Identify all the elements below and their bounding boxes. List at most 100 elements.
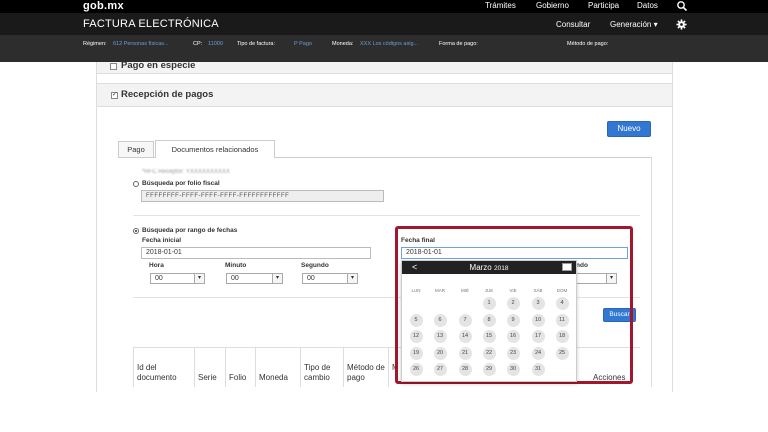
recepcion-pagos-checkbox[interactable]: ✓ <box>111 92 118 99</box>
calendar-day[interactable]: 6 <box>433 313 447 327</box>
calendar-day[interactable]: 23 <box>506 346 520 360</box>
minuto-inicial-select[interactable]: 00 ▾ <box>226 273 283 284</box>
calendar-day[interactable]: 4 <box>555 297 569 310</box>
folio-fiscal-radio[interactable] <box>133 181 139 187</box>
calendar-day[interactable]: 31 <box>531 363 545 376</box>
top-bar: gob.mx Trámites Gobierno Participa Datos <box>0 0 768 13</box>
month-year-label: Marzo 2018 <box>402 263 576 272</box>
next-month-button[interactable] <box>562 263 572 271</box>
calendar-day[interactable]: 10 <box>531 313 545 327</box>
segundo-inicial-value: 00 <box>307 275 315 282</box>
recepcion-pagos-title: Recepción de pagos <box>121 89 214 100</box>
th-id-documento: Id del documento <box>137 363 177 382</box>
nuevo-button[interactable]: Nuevo <box>607 121 651 137</box>
table-col-line <box>133 347 134 387</box>
segundo-inicial-select[interactable]: 00 ▾ <box>302 273 358 284</box>
calendar-day[interactable]: 15 <box>482 330 496 343</box>
table-col-line <box>194 347 195 387</box>
calendar-day[interactable]: 11 <box>555 313 569 327</box>
weekday-header: DOM <box>556 288 568 293</box>
calendar-day[interactable]: 12 <box>409 330 423 343</box>
calendar-day[interactable]: 5 <box>409 313 423 327</box>
calendar-day[interactable]: 24 <box>531 346 545 360</box>
nav-generacion[interactable]: Generación ▾ <box>610 20 658 29</box>
recepcion-pagos-panel: ✓ Recepción de pagos <box>97 83 672 107</box>
nav-datos[interactable]: Datos <box>637 1 658 10</box>
regimen-label: Régimen: <box>83 41 107 47</box>
hora-label: Hora <box>149 262 164 269</box>
calendar-day[interactable]: 13 <box>433 330 447 343</box>
calendar-day[interactable]: 27 <box>433 363 447 376</box>
folio-fiscal-input[interactable]: FFFFFFFF-FFFF-FFFF-FFFF-FFFFFFFFFFFF <box>141 190 384 202</box>
cp-label: CP: <box>193 41 203 47</box>
calendar-day[interactable]: 26 <box>409 363 423 376</box>
th-folio: Folio <box>229 373 247 382</box>
calendar-day[interactable]: 21 <box>458 346 472 360</box>
th-metodo-pago: Método de pago <box>347 363 385 382</box>
nav-participa[interactable]: Participa <box>588 1 619 10</box>
search-icon[interactable] <box>676 0 688 12</box>
year-label: 2018 <box>494 265 509 272</box>
tipo-factura-label: Tipo de factura: <box>237 41 276 47</box>
invoice-info-bar: Régimen: 612 Personas físicas... CP: 110… <box>0 35 768 62</box>
table-col-line <box>255 347 256 387</box>
chevron-down-icon: ▾ <box>347 274 357 283</box>
calendar-day[interactable]: 1 <box>482 297 496 310</box>
pago-especie-title: Pago en especie <box>121 60 196 71</box>
calendar-day[interactable]: 7 <box>458 313 472 327</box>
folio-fiscal-radio-label: Búsqueda por folio fiscal <box>142 180 220 187</box>
weekday-header: MAR <box>435 288 445 293</box>
fecha-inicial-input[interactable]: 2018-01-01 <box>141 247 371 259</box>
gob-mx-logo[interactable]: gob.mx <box>83 0 124 12</box>
pago-especie-checkbox[interactable] <box>110 63 117 70</box>
calendar-day[interactable]: 20 <box>433 346 447 360</box>
th-moneda: Moneda <box>259 373 288 382</box>
rango-fechas-radio-label: Búsqueda por rango de fechas <box>142 227 238 234</box>
chevron-down-icon: ▾ <box>272 274 282 283</box>
metodo-pago-label: Método de pago: <box>567 41 609 47</box>
tab-content-border <box>651 157 652 387</box>
calendar-day[interactable]: 25 <box>555 346 569 360</box>
calendar-day[interactable]: 9 <box>506 313 520 327</box>
tab-documentos-relacionados[interactable]: Documentos relacionados <box>155 140 275 158</box>
fecha-inicial-label: Fecha inicial <box>142 237 182 244</box>
regimen-value: 612 Personas físicas... <box>113 41 169 47</box>
cp-value: 11000 <box>208 41 223 47</box>
divider-1 <box>133 215 640 216</box>
minuto-inicial-value: 00 <box>231 275 239 282</box>
calendar-day[interactable]: 18 <box>555 330 569 343</box>
calendar-day[interactable]: 3 <box>531 297 545 310</box>
calendar-day[interactable]: 22 <box>482 346 496 360</box>
weekday-header: JUE <box>484 288 494 293</box>
calendar-day[interactable]: 14 <box>458 330 472 343</box>
calendar-day[interactable]: 30 <box>506 363 520 376</box>
chevron-down-icon: ▾ <box>194 274 204 283</box>
th-serie: Serie <box>198 373 217 382</box>
tab-pago[interactable]: Pago <box>118 141 154 157</box>
app-bar: FACTURA ELECTRÓNICA Consultar Generación… <box>0 13 768 35</box>
calendar-day[interactable]: 28 <box>458 363 472 376</box>
nav-gobierno[interactable]: Gobierno <box>536 1 569 10</box>
weekday-header: MIÉ <box>460 288 469 293</box>
nav-consultar[interactable]: Consultar <box>556 20 590 29</box>
rango-fechas-radio[interactable] <box>133 228 139 234</box>
calendar-day[interactable]: 2 <box>506 297 520 310</box>
minuto-label: Minuto <box>225 262 247 269</box>
hora-inicial-value: 00 <box>155 275 163 282</box>
nav-tramites[interactable]: Trámites <box>485 1 516 10</box>
rfc-receptor-blurred: *RFC Receptor: YXXXXXXXXXX <box>142 169 230 175</box>
pago-especie-panel: Pago en especie <box>97 60 672 74</box>
gear-icon[interactable] <box>676 19 687 30</box>
hora-inicial-select[interactable]: 00 ▾ <box>150 273 205 284</box>
app-title: FACTURA ELECTRÓNICA <box>83 18 219 30</box>
calendar-day[interactable]: 17 <box>531 330 545 343</box>
calendar-day[interactable]: 8 <box>482 313 496 327</box>
calendar-day[interactable]: 19 <box>409 346 423 360</box>
table-col-line <box>388 347 389 387</box>
month-label: Marzo <box>469 263 492 272</box>
calendar-day[interactable]: 16 <box>506 330 520 343</box>
table-col-line <box>300 347 301 387</box>
date-picker: < Marzo 2018 LUN MAR MIÉ JUE VIE SÁB DOM 1 2 3 4 5 6… <box>401 260 577 382</box>
calendar-day[interactable]: 29 <box>482 363 496 376</box>
segundo-label: Segundo <box>301 262 329 269</box>
